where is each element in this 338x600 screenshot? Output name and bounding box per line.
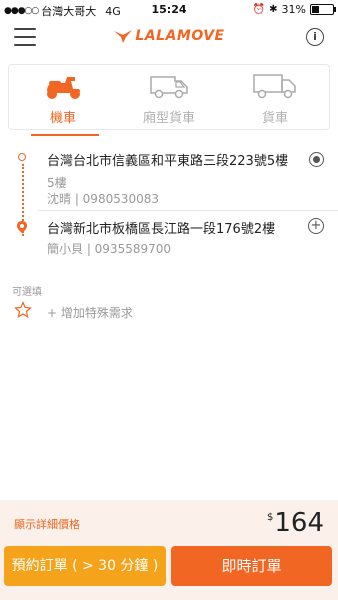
special-request-row[interactable]: + 增加特殊需求 xyxy=(10,300,330,326)
brand-name: LALAMOVE xyxy=(135,28,225,44)
lalamove-bird-icon xyxy=(114,30,133,43)
battery-percent: 31% xyxy=(281,3,306,16)
price-details-link[interactable]: 顯示詳細價格 xyxy=(14,516,80,532)
bluetooth-icon: ✱ xyxy=(269,4,278,15)
dropoff-contact: 簡小貝 | 0935589700 xyxy=(47,242,172,256)
vehicle-label-scooter: 機車 xyxy=(49,111,76,126)
pickup-contact: 沈晴 | 0980530083 xyxy=(47,192,160,206)
vehicle-option-truck[interactable]: 貨車 xyxy=(225,71,325,126)
selected-vehicle-underline xyxy=(31,134,99,136)
pickup-floor: 5樓 xyxy=(47,176,67,190)
lalamove-logo: LALAMOVE xyxy=(0,28,338,48)
add-stop-icon[interactable]: + xyxy=(308,218,324,234)
price-amount: 164 xyxy=(274,508,324,538)
battery-icon xyxy=(310,4,336,15)
top-nav-bar: LALAMOVE i xyxy=(0,22,338,56)
price-display: $164 xyxy=(267,508,324,538)
status-bar: ●●●○○ 台灣大哥大 4G 15:24 ⏰ ✱ 31% xyxy=(0,0,338,20)
special-request-label: + 增加特殊需求 xyxy=(47,306,133,320)
vehicle-option-scooter[interactable]: 機車 xyxy=(13,71,113,136)
vehicle-option-van[interactable]: 廂型貨車 xyxy=(119,71,219,126)
vehicle-selector: 機車 廂型貨車 貨車 xyxy=(8,64,330,136)
star-icon xyxy=(14,301,32,318)
locate-icon[interactable] xyxy=(309,152,324,167)
order-now-button[interactable]: 即時訂單 xyxy=(171,546,332,586)
dropoff-address[interactable]: 台灣新北市板橋區長江路一段176號2樓 xyxy=(47,218,275,237)
van-icon xyxy=(150,76,188,99)
alarm-icon: ⏰ xyxy=(252,4,266,15)
address-divider xyxy=(38,210,338,211)
vehicle-label-truck: 貨車 xyxy=(261,111,288,126)
pickup-address[interactable]: 台灣台北市信義區和平東路三段223號5樓 xyxy=(47,150,288,169)
optional-label: 可選填 xyxy=(12,287,42,298)
schedule-order-button[interactable]: 預約訂單 ( > 30 分鐘 ) xyxy=(4,546,166,586)
pickup-dot-icon xyxy=(18,153,26,161)
scooter-icon xyxy=(47,77,80,99)
truck-icon xyxy=(253,74,296,99)
dropoff-pin-icon xyxy=(17,221,27,233)
info-icon[interactable]: i xyxy=(306,28,324,46)
vehicle-label-van: 廂型貨車 xyxy=(142,111,195,126)
currency-symbol: $ xyxy=(266,512,274,523)
status-right: ⏰ ✱ 31% xyxy=(252,3,336,16)
